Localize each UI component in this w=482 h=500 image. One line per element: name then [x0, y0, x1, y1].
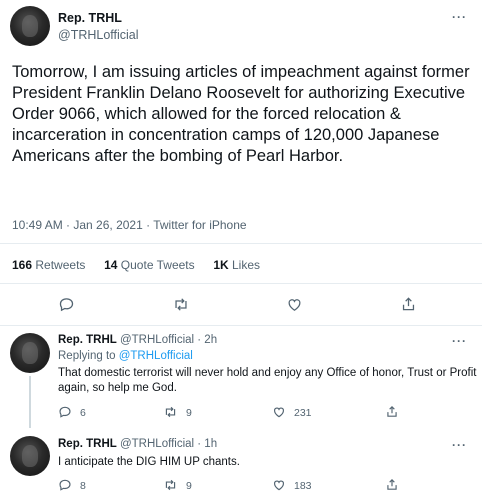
like-count: 231 [294, 407, 312, 419]
divider [0, 243, 482, 244]
avatar[interactable] [10, 6, 50, 46]
replying-to-link[interactable]: @TRHLofficial [119, 350, 193, 362]
reply-header: Rep. TRHL @TRHLofficial · 2h [58, 334, 217, 346]
divider [0, 283, 482, 284]
more-icon[interactable]: ··· [452, 334, 467, 348]
reply-author-name[interactable]: Rep. TRHL [58, 438, 117, 450]
tweet-timestamp[interactable]: 10:49 AM · Jan 26, 2021 · Twitter for iP… [12, 218, 247, 232]
retweet-icon[interactable] [163, 478, 178, 492]
reply-avatar[interactable] [10, 333, 50, 373]
likes-count[interactable]: 1K [213, 258, 228, 272]
reply-time[interactable]: · 2h [197, 334, 217, 346]
reply-text: That domestic terrorist will never hold … [58, 367, 477, 394]
thread-line [29, 376, 31, 428]
retweet-count: 9 [186, 480, 192, 492]
share-icon[interactable] [385, 404, 399, 419]
divider [0, 325, 482, 326]
share-icon[interactable] [400, 295, 417, 313]
reply-count: 8 [80, 480, 86, 492]
tweet-text: Tomorrow, I am issuing articles of impea… [12, 63, 470, 165]
reply-count: 6 [80, 407, 86, 419]
reply-icon[interactable] [58, 478, 72, 492]
retweet-icon[interactable] [163, 405, 178, 419]
retweet-icon[interactable] [172, 296, 190, 313]
more-icon[interactable]: ··· [452, 438, 467, 452]
reply-icon[interactable] [58, 296, 75, 313]
reply-author-handle[interactable]: @TRHLofficial [120, 438, 194, 450]
retweets-label[interactable]: Retweets [35, 258, 85, 272]
heart-icon[interactable] [286, 296, 303, 313]
replying-to: Replying to @TRHLofficial [58, 350, 193, 362]
retweet-count: 9 [186, 407, 192, 419]
reply-header: Rep. TRHL @TRHLofficial · 1h [58, 438, 217, 450]
reply-text: I anticipate the DIG HIM UP chants. [58, 456, 240, 468]
author-name[interactable]: Rep. TRHL [58, 11, 122, 25]
reply-avatar[interactable] [10, 436, 50, 476]
author-handle[interactable]: @TRHLofficial [58, 28, 139, 42]
reply-author-handle[interactable]: @TRHLofficial [120, 334, 194, 346]
share-icon[interactable] [385, 477, 399, 492]
quotes-label[interactable]: Quote Tweets [121, 258, 195, 272]
retweets-count[interactable]: 166 [12, 258, 32, 272]
reply-icon[interactable] [58, 405, 72, 419]
more-icon[interactable]: ··· [452, 10, 467, 24]
heart-icon[interactable] [272, 478, 286, 492]
tweet-stats: 166 Retweets 14 Quote Tweets 1K Likes [12, 258, 260, 272]
reply-time[interactable]: · 1h [197, 438, 217, 450]
replying-prefix: Replying to [58, 350, 119, 362]
like-count: 183 [294, 480, 312, 492]
likes-label[interactable]: Likes [232, 258, 260, 272]
quotes-count[interactable]: 14 [104, 258, 117, 272]
heart-icon[interactable] [272, 405, 286, 419]
reply-author-name[interactable]: Rep. TRHL [58, 334, 117, 346]
